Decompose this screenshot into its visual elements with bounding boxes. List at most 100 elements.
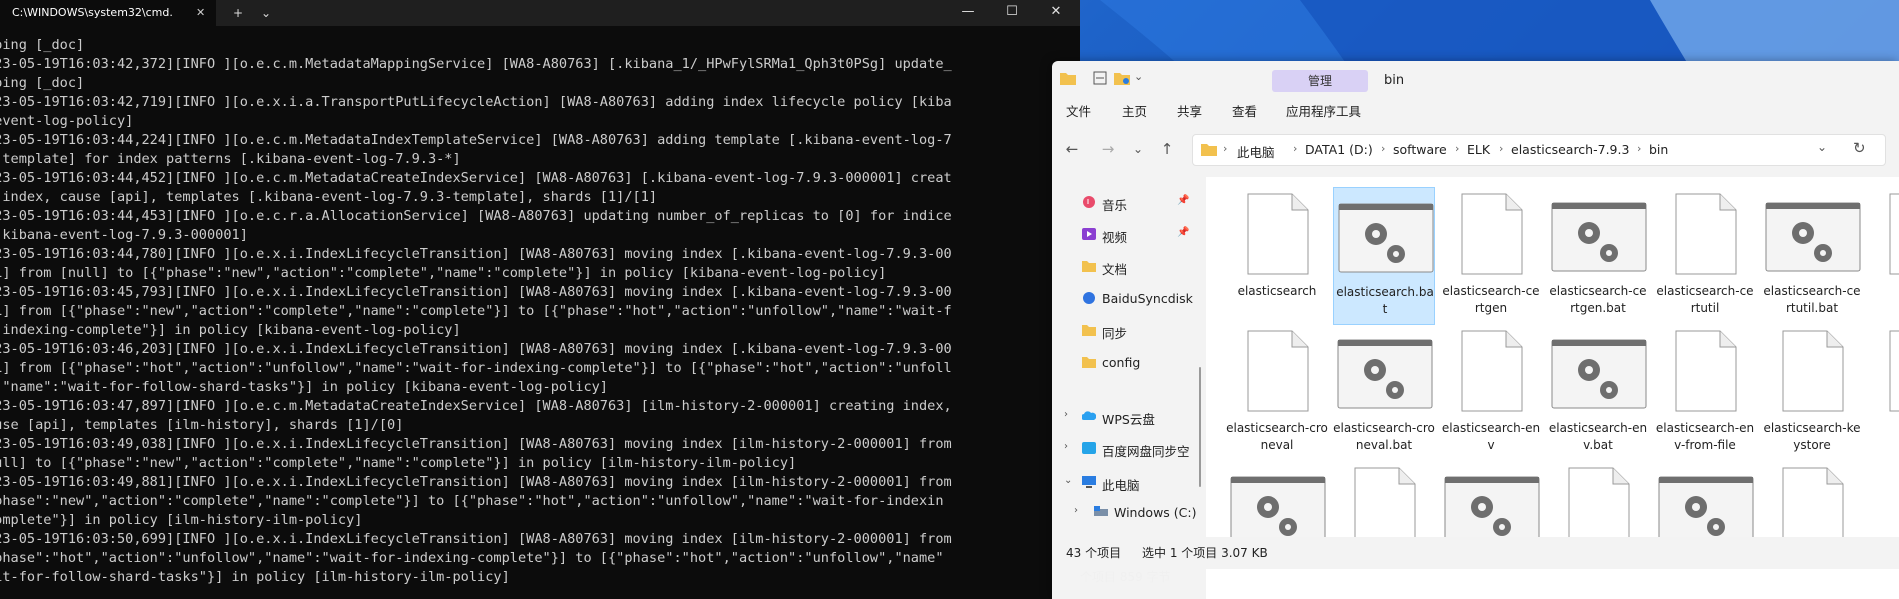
file-name: elasticsearch-certutil.bat: [1763, 284, 1861, 315]
file-item[interactable]: elasticsearch: [1226, 187, 1328, 325]
terminal-line: 023-05-19T16:03:42,719][INFO ][o.e.x.i.a…: [0, 94, 952, 110]
menu-app-tools[interactable]: 应用程序工具: [1286, 101, 1361, 120]
terminal-line: r-indexing-complete"}] in policy [kibana…: [0, 322, 461, 338]
recent-locations-button[interactable]: ⌄: [1126, 137, 1150, 161]
new-folder-icon[interactable]: [1114, 71, 1130, 85]
file-item[interactable]: ela: [1868, 187, 1899, 325]
navigation-pane[interactable]: 音乐 📌 视频 📌 文档 BaiduSyncdisk 同步 config › WPS云盘 › 百度网盘…: [1052, 177, 1197, 537]
address-box[interactable]: › 此电脑 › DATA1 (D:) › software › ELK › el…: [1192, 134, 1886, 166]
terminal-output[interactable]: pping [_doc] 023-05-19T16:03:42,372][INFO…: [0, 36, 1080, 596]
folder-icon: [1201, 144, 1217, 156]
terminal-window[interactable]: C:\WINDOWS\system32\cmd. ✕ + ⌄ — ☐ ✕ ppi…: [0, 0, 1080, 599]
crumb-elk[interactable]: ELK: [1467, 142, 1490, 157]
address-dropdown-icon[interactable]: ⌄: [1817, 140, 1827, 154]
up-button[interactable]: ↑: [1155, 137, 1179, 161]
file-item[interactable]: elasticsearch-keystore: [1761, 324, 1863, 462]
sidebar-item[interactable]: 视频 📌: [1052, 221, 1197, 249]
batch-file-icon: [1765, 193, 1861, 279]
ribbon-menu: 文件 主页 共享 查看 应用程序工具: [1052, 97, 1899, 123]
expand-chevron-icon[interactable]: ›: [1064, 409, 1068, 420]
expand-chevron-icon[interactable]: ›: [1064, 441, 1068, 452]
crumb-software[interactable]: software: [1393, 142, 1447, 157]
expand-chevron-icon[interactable]: ›: [1074, 505, 1078, 516]
file-item[interactable]: elasticsearch-certgen.bat: [1547, 187, 1649, 325]
sidebar-item-label: 文档: [1102, 262, 1128, 277]
file-name: elasticsearch-croneval.bat: [1333, 421, 1435, 452]
terminal-titlebar[interactable]: C:\WINDOWS\system32\cmd. ✕ + ⌄ — ☐ ✕: [0, 0, 1080, 26]
file-item[interactable]: elasticsearch-certutil.bat: [1761, 187, 1863, 325]
terminal-line: 023-05-19T16:03:44,453][INFO ][o.e.c.r.a…: [0, 208, 952, 224]
status-bar: 43 个项目 选中 1 个项目 3.07 KB: [1052, 537, 1899, 569]
file-item[interactable]: elasticsearch-croneval: [1226, 324, 1328, 462]
sidebar-item[interactable]: 音乐 📌: [1052, 189, 1197, 217]
sidebar-item[interactable]: › 百度网盘同步空: [1052, 435, 1197, 463]
crumb-drive[interactable]: DATA1 (D:): [1305, 142, 1373, 157]
file-item[interactable]: elasticsearch-croneval.bat: [1333, 324, 1435, 462]
crumb-separator: ›: [1223, 142, 1228, 155]
maximize-button[interactable]: ☐: [990, 0, 1034, 26]
address-bar-row: ← → ⌄ ↑ › 此电脑 › DATA1 (D:) › software › …: [1052, 129, 1899, 169]
batch-file-icon: [1551, 330, 1647, 416]
scrollbar-thumb[interactable]: [1199, 367, 1201, 487]
sidebar-item[interactable]: ⌄ 此电脑: [1052, 469, 1197, 497]
batch-file-icon: [1338, 194, 1434, 280]
crumb-separator: ›: [1455, 142, 1460, 155]
terminal-line: 01] from [null] to [{"phase":"new","acti…: [0, 265, 887, 281]
sidebar-item-label: BaiduSyncdisk: [1102, 291, 1193, 306]
close-window-button[interactable]: ✕: [1034, 0, 1078, 26]
sidebar-item-label: WPS云盘: [1102, 412, 1155, 427]
forward-button[interactable]: →: [1096, 137, 1120, 161]
sidebar-item-windowsc[interactable]: › Windows (C:): [1052, 499, 1197, 527]
file-item[interactable]: elasticsearch-env-from-file: [1654, 324, 1756, 462]
menu-home[interactable]: 主页: [1122, 101, 1147, 120]
terminal-line: 023-05-19T16:03:44,452][INFO ][o.e.c.m.M…: [0, 170, 952, 186]
expand-chevron-icon[interactable]: ⌄: [1064, 475, 1072, 486]
crumb-elasticsearch[interactable]: elasticsearch-7.9.3: [1511, 142, 1629, 157]
terminal-line: g index, cause [api], templates [.kibana…: [0, 189, 658, 205]
ribbon-context-tab[interactable]: 管理: [1272, 70, 1368, 92]
terminal-line: pping [_doc]: [0, 37, 85, 53]
minimize-button[interactable]: —: [946, 0, 990, 26]
crumb-bin[interactable]: bin: [1649, 142, 1668, 157]
crumb-this-pc[interactable]: 此电脑: [1237, 142, 1275, 161]
close-tab-icon[interactable]: ✕: [196, 0, 205, 26]
menu-view[interactable]: 查看: [1232, 101, 1257, 120]
pin-icon: 📌: [1177, 227, 1190, 238]
file-item[interactable]: elasticsearch-env.bat: [1547, 324, 1649, 462]
properties-icon[interactable]: [1092, 71, 1108, 85]
terminal-line: 023-05-19T16:03:49,038][INFO ][o.e.x.i.I…: [0, 436, 952, 452]
back-button[interactable]: ←: [1060, 137, 1084, 161]
sidebar-item[interactable]: 同步: [1052, 317, 1197, 345]
sidebar-item-wps[interactable]: › WPS云盘: [1052, 403, 1197, 431]
new-tab-button[interactable]: +: [228, 0, 248, 26]
document-icon: [1675, 330, 1737, 416]
terminal-line: 023-05-19T16:03:49,881][INFO ][o.e.x.i.I…: [0, 474, 952, 490]
menu-file[interactable]: 文件: [1066, 101, 1091, 120]
file-item[interactable]: ela e: [1868, 324, 1899, 462]
file-item[interactable]: elasticsearch-certgen: [1440, 187, 1542, 325]
sidebar-item[interactable]: 文档: [1052, 253, 1197, 281]
file-item[interactable]: elasticsearch.bat: [1333, 187, 1435, 325]
navigation-scrollbar[interactable]: [1197, 177, 1203, 537]
file-name: elasticsearch-env-from-file: [1655, 421, 1755, 452]
refresh-icon[interactable]: ↻: [1853, 139, 1866, 157]
qat-dropdown-icon[interactable]: ⌄: [1134, 70, 1143, 83]
sidebar-item-label: 百度网盘同步空: [1102, 444, 1190, 459]
file-list[interactable]: elasticsearch elasticsearch.bat elasticsea…: [1206, 177, 1899, 599]
terminal-line: 01] from [{"phase":"new","action":"compl…: [0, 303, 952, 319]
sidebar-item-baidusyncdisk[interactable]: BaiduSyncdisk: [1052, 285, 1197, 313]
file-explorer-window[interactable]: ⌄ 管理 bin 文件 主页 共享 查看 应用程序工具 ← → ⌄ ↑ › 此电…: [1052, 61, 1899, 599]
terminal-line: ait-for-follow-shard-tasks"}] in policy …: [0, 569, 510, 585]
sidebar-item-config[interactable]: config: [1052, 349, 1197, 377]
tab-dropdown-button[interactable]: ⌄: [256, 0, 276, 26]
terminal-line: 023-05-19T16:03:46,203][INFO ][o.e.x.i.I…: [0, 341, 952, 357]
menu-share[interactable]: 共享: [1177, 101, 1202, 120]
crumb-separator: ›: [1637, 142, 1642, 155]
file-name: elasticsearch-env.bat: [1548, 421, 1648, 452]
document-icon: [1247, 193, 1309, 279]
terminal-tab[interactable]: C:\WINDOWS\system32\cmd. ✕: [0, 0, 216, 26]
terminal-line: pping [_doc]: [0, 75, 85, 91]
file-item[interactable]: elasticsearch-env: [1440, 324, 1542, 462]
file-item[interactable]: elasticsearch-certutil: [1654, 187, 1756, 325]
terminal-line: ause [api], templates [ilm-history], sha…: [0, 417, 404, 433]
